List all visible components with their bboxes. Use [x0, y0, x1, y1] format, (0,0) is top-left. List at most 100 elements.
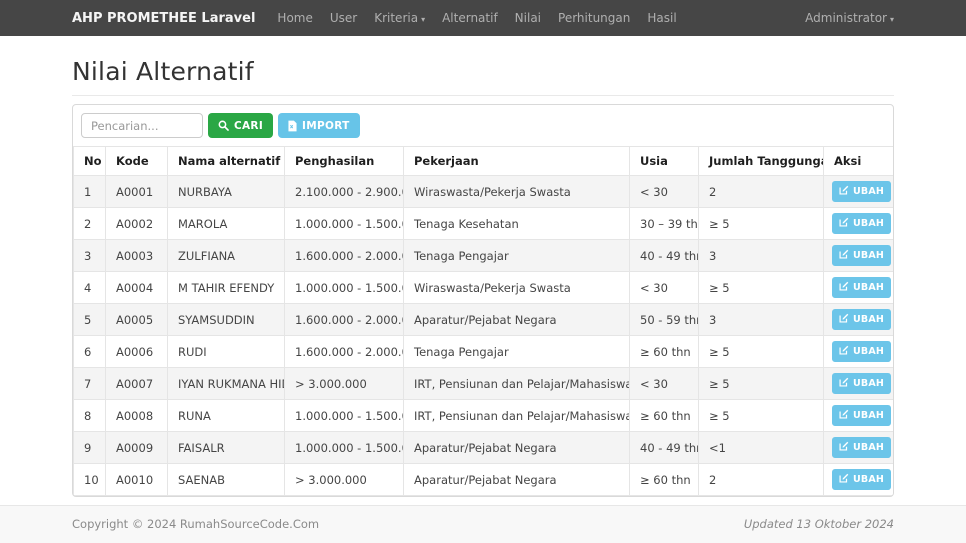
cell-penghasilan: 1.600.000 - 2.000.000 [284, 335, 404, 368]
edit-pencil-square-icon [839, 281, 849, 294]
ubah-button-label: UBAH [853, 186, 885, 197]
edit-pencil-square-icon [839, 473, 849, 486]
cell-no: 7 [73, 367, 106, 400]
cell-usia: ≥ 60 thn [629, 335, 699, 368]
nav-item-perhitungan[interactable]: Perhitungan [558, 11, 630, 25]
edit-pencil-square-icon [839, 185, 849, 198]
edit-pencil-square-icon [839, 377, 849, 390]
table-row: 2A0002MAROLA1.000.000 - 1.500.000Tenaga … [73, 207, 893, 240]
nav-item-alternatif[interactable]: Alternatif [442, 11, 498, 25]
column-header-aksi: Aksi [823, 146, 893, 176]
cell-pekerjaan: Aparatur/Pejabat Negara [403, 431, 630, 464]
cell-kode: A0008 [105, 399, 168, 432]
cell-nama: SYAMSUDDIN [167, 303, 285, 336]
cell-penghasilan: 1.600.000 - 2.000.000 [284, 303, 404, 336]
ubah-button[interactable]: UBAH [832, 277, 892, 298]
cell-usia: 40 - 49 thn [629, 431, 699, 464]
cell-aksi: UBAH [823, 175, 893, 208]
ubah-button[interactable]: UBAH [832, 309, 892, 330]
cell-penghasilan: > 3.000.000 [284, 463, 404, 496]
chevron-down-icon: ▾ [889, 15, 894, 24]
ubah-button[interactable]: UBAH [832, 341, 892, 362]
ubah-button[interactable]: UBAH [832, 245, 892, 266]
cell-kode: A0009 [105, 431, 168, 464]
table-row: 3A0003ZULFIANA1.600.000 - 2.000.000Tenag… [73, 239, 893, 272]
user-menu-administrator[interactable]: Administrator ▾ [805, 11, 894, 25]
cell-usia: < 30 [629, 175, 699, 208]
footer-copyright: Copyright © 2024 RumahSourceCode.Com [72, 517, 320, 531]
cell-nama: SAENAB [167, 463, 285, 496]
app-brand[interactable]: AHP PROMETHEE Laravel [72, 11, 255, 26]
nav-item-user[interactable]: User [330, 11, 357, 25]
cell-no: 6 [73, 335, 106, 368]
cell-no: 10 [73, 463, 106, 496]
ubah-button[interactable]: UBAH [832, 405, 892, 426]
column-header-usia: Usia [629, 146, 699, 176]
cell-pekerjaan: Wiraswasta/Pekerja Swasta [403, 175, 630, 208]
cell-no: 9 [73, 431, 106, 464]
cell-usia: 40 - 49 thn [629, 239, 699, 272]
cell-tanggungan: ≥ 5 [698, 271, 824, 304]
alternatif-table: No Kode Nama alternatif Penghasilan Pekerjaa… [73, 146, 893, 496]
cell-pekerjaan: IRT, Pensiunan dan Pelajar/Mahasiswa [403, 399, 630, 432]
nav-item-home[interactable]: Home [277, 11, 312, 25]
ubah-button-label: UBAH [853, 378, 885, 389]
cell-aksi: UBAH [823, 207, 893, 240]
nav-links: Home User Kriteria ▾ Alternatif Nilai Perhitun… [277, 11, 676, 25]
cell-pekerjaan: Tenaga Pengajar [403, 239, 630, 272]
cell-no: 8 [73, 399, 106, 432]
ubah-button[interactable]: UBAH [832, 437, 892, 458]
ubah-button[interactable]: UBAH [832, 373, 892, 394]
cell-kode: A0004 [105, 271, 168, 304]
cell-aksi: UBAH [823, 271, 893, 304]
ubah-button-label: UBAH [853, 410, 885, 421]
cell-no: 4 [73, 271, 106, 304]
import-button[interactable]: IMPORT [278, 113, 360, 138]
cell-pekerjaan: Aparatur/Pejabat Negara [403, 303, 630, 336]
cell-pekerjaan: IRT, Pensiunan dan Pelajar/Mahasiswa [403, 367, 630, 400]
ubah-button-label: UBAH [853, 442, 885, 453]
cell-pekerjaan: Tenaga Pengajar [403, 335, 630, 368]
ubah-button-label: UBAH [853, 346, 885, 357]
edit-pencil-square-icon [839, 345, 849, 358]
nav-item-hasil[interactable]: Hasil [647, 11, 676, 25]
cell-kode: A0005 [105, 303, 168, 336]
footer-updated: Updated 13 Oktober 2024 [743, 517, 894, 531]
main-content: Nilai Alternatif CARI IMPORT NoKodeNama … [72, 57, 894, 497]
top-navbar: AHP PROMETHEE Laravel Home User Kriteria ▾ A… [0, 0, 966, 36]
cell-aksi: UBAH [823, 367, 893, 400]
ubah-button-label: UBAH [853, 218, 885, 229]
ubah-button-label: UBAH [853, 314, 885, 325]
cell-tanggungan: ≥ 5 [698, 367, 824, 400]
cell-penghasilan: 1.000.000 - 1.500.000 [284, 271, 404, 304]
cell-kode: A0002 [105, 207, 168, 240]
nav-item-nilai[interactable]: Nilai [515, 11, 541, 25]
cell-aksi: UBAH [823, 431, 893, 464]
cell-nama: NURBAYA [167, 175, 285, 208]
column-header-kode: Kode [105, 146, 168, 176]
page-footer: Copyright © 2024 RumahSourceCode.Com Upd… [0, 505, 966, 543]
chevron-down-icon: ▾ [421, 15, 426, 24]
cell-penghasilan: 2.100.000 - 2.900.000 [284, 175, 404, 208]
ubah-button[interactable]: UBAH [832, 469, 892, 490]
table-body: 1A0001NURBAYA2.100.000 - 2.900.000Wirasw… [73, 175, 893, 496]
cari-button[interactable]: CARI [208, 113, 274, 138]
cell-kode: A0007 [105, 367, 168, 400]
cell-penghasilan: 1.600.000 - 2.000.000 [284, 239, 404, 272]
table-row: 7A0007IYAN RUKMANA HIDAYAT> 3.000.000IRT… [73, 367, 893, 400]
nav-item-kriteria[interactable]: Kriteria ▾ [374, 11, 425, 25]
ubah-button-label: UBAH [853, 474, 885, 485]
cell-usia: < 30 [629, 367, 699, 400]
cell-nama: IYAN RUKMANA HIDAYAT [167, 367, 285, 400]
search-input[interactable] [81, 113, 203, 138]
ubah-button-label: UBAH [853, 282, 885, 293]
cell-no: 2 [73, 207, 106, 240]
ubah-button[interactable]: UBAH [832, 213, 892, 234]
cell-aksi: UBAH [823, 335, 893, 368]
ubah-button-label: UBAH [853, 250, 885, 261]
cell-nama: M TAHIR EFENDY [167, 271, 285, 304]
cell-penghasilan: 1.000.000 - 1.500.000 [284, 399, 404, 432]
cell-tanggungan: 2 [698, 175, 824, 208]
cell-kode: A0001 [105, 175, 168, 208]
ubah-button[interactable]: UBAH [832, 181, 892, 202]
